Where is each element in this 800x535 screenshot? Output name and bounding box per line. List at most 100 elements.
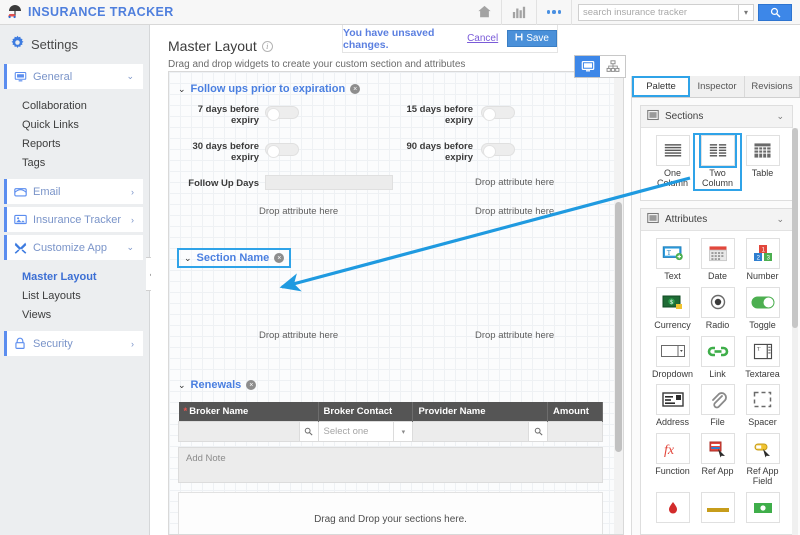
cell-broker-contact[interactable]: Select one ▾ [317,421,414,442]
section-header-followups[interactable]: ⌄ Follow ups prior to expiration × [178,83,361,95]
provider-name-input[interactable] [413,422,528,441]
palette-item-label: Address [655,417,690,428]
palette-item-textarea[interactable]: T Textarea [740,335,785,380]
palette-item-dropdown[interactable]: Dropdown [650,335,695,380]
cancel-link[interactable]: Cancel [467,33,498,44]
section-header-section-name[interactable]: ⌄ Section Name × [177,248,292,268]
canvas-scrollbar[interactable] [614,72,623,534]
palette-item-text[interactable]: T Text [650,237,695,282]
palette-item-currency[interactable]: $ Currency [650,286,695,331]
palette-item-partial-3[interactable] [740,492,785,524]
cell-amount[interactable] [547,421,603,442]
section-title: Follow ups prior to expiration [190,83,346,95]
chevron-down-icon[interactable]: ⌄ [178,84,186,95]
palette-item-file[interactable]: File [695,384,740,428]
chevron-down-icon[interactable]: ⌄ [776,214,784,225]
palette-card-header[interactable]: Attributes ⌄ [641,208,792,231]
palette-scroll-area[interactable]: Sections ⌄ One Column Two Column Table A… [632,98,800,535]
desktop-view-icon[interactable] [575,56,600,77]
sidebar-group-label: Customize App [33,241,107,254]
close-icon[interactable]: × [246,380,257,390]
palette-item-number[interactable]: 1 2 3 Number [740,237,785,282]
toggle-15-days[interactable] [481,106,515,121]
sidebar-item-master-layout[interactable]: Master Layout [22,267,149,286]
tab-inspector[interactable]: Inspector [690,76,745,97]
sidebar-group-email[interactable]: Email › [4,179,143,204]
palette-item-link[interactable]: Link [695,335,740,380]
search-icon[interactable] [298,422,318,441]
chevron-down-icon[interactable]: ⌄ [178,380,186,391]
sidebar-item-tags[interactable]: Tags [22,153,149,172]
chevron-down-icon[interactable]: ▾ [393,422,413,441]
sidebar-group-insurance-tracker[interactable]: Insurance Tracker › [4,207,143,232]
sidebar-item-quick-links[interactable]: Quick Links [22,115,149,134]
sidebar-subitems-customize-app: Master Layout List Layouts Views [0,263,149,328]
search-scope-caret-icon[interactable]: ▾ [738,3,754,21]
palette-item-address[interactable]: Address [650,384,695,428]
tree-view-icon[interactable] [600,56,625,77]
layout-canvas[interactable]: ⌄ Follow ups prior to expiration × 7 day… [168,71,624,535]
canvas-scrollbar-thumb[interactable] [615,202,622,452]
attributes-icon [647,212,659,227]
tab-palette[interactable]: Palette [632,76,690,97]
palette-item-partial-2[interactable] [695,492,740,524]
cell-broker-name[interactable] [178,421,319,442]
drop-hint-section-left[interactable]: Drop attribute here [259,330,338,341]
palette-item-table[interactable]: Table [740,135,785,189]
palette-item-one-column[interactable]: One Column [650,135,695,189]
search-button[interactable] [758,3,792,21]
follow-up-days-input[interactable] [265,175,393,190]
palette-item-date[interactable]: Date [695,237,740,282]
tab-revisions[interactable]: Revisions [745,76,800,97]
column-broker-contact[interactable]: Broker Contact [318,402,414,422]
column-broker-name[interactable]: * Broker Name [178,402,319,422]
column-amount[interactable]: Amount [547,402,603,422]
toggle-7-days[interactable] [265,106,299,121]
sidebar-item-collaboration[interactable]: Collaboration [22,96,149,115]
palette-item-ref-app[interactable]: Ref App [695,433,740,487]
sidebar-item-views[interactable]: Views [22,305,149,324]
app-icon [14,214,28,225]
search-input[interactable] [578,3,738,21]
column-provider-name[interactable]: Provider Name [412,402,549,422]
info-icon[interactable]: i [261,40,273,52]
drop-sections-area[interactable]: Drag and Drop your sections here. [178,492,603,534]
chevron-right-icon: › [131,186,134,197]
home-icon[interactable] [467,0,501,25]
sidebar-group-general[interactable]: General ⌄ [4,64,143,89]
palette-scrollbar-thumb[interactable] [792,128,798,328]
palette-item-partial-1[interactable] [650,492,695,524]
sidebar-group-customize-app[interactable]: Customize App ⌄ [4,235,143,260]
toggle-30-days[interactable] [265,143,299,158]
search-icon[interactable] [528,422,548,441]
palette-scrollbar[interactable] [792,128,798,535]
close-icon[interactable]: × [274,253,285,263]
palette-item-spacer[interactable]: Spacer [740,384,785,428]
palette-card-header[interactable]: Sections ⌄ [641,106,792,128]
add-note-field[interactable]: Add Note [178,447,603,483]
sidebar-item-list-layouts[interactable]: List Layouts [22,286,149,305]
sidebar-item-reports[interactable]: Reports [22,134,149,153]
toggle-90-days[interactable] [481,143,515,158]
save-button[interactable]: Save [507,30,557,47]
brand[interactable]: INSURANCE TRACKER [0,5,174,19]
reports-chart-icon[interactable] [502,0,536,25]
drop-hint-section-right[interactable]: Drop attribute here [475,330,554,341]
palette-item-radio[interactable]: Radio [695,286,740,331]
cell-provider-name[interactable] [412,421,549,442]
drop-hint-left-1[interactable]: Drop attribute here [259,206,338,217]
palette-item-two-column[interactable]: Two Column [693,133,742,191]
palette-item-ref-app-field[interactable]: Ref App Field [740,433,785,487]
broker-name-input[interactable] [179,422,299,441]
drop-hint-right-1[interactable]: Drop attribute here [475,177,554,188]
sidebar-group-security[interactable]: Security › [4,331,143,356]
section-header-renewals[interactable]: ⌄ Renewals × [178,379,257,391]
more-dots-icon[interactable] [537,0,571,25]
broker-contact-select[interactable]: Select one [318,422,394,441]
close-icon[interactable]: × [350,84,361,94]
palette-item-toggle[interactable]: Toggle [740,286,785,331]
drop-hint-right-2[interactable]: Drop attribute here [475,206,554,217]
palette-item-function[interactable]: fx Function [650,433,695,487]
chevron-down-icon[interactable]: ⌄ [776,111,784,122]
chevron-down-icon[interactable]: ⌄ [184,253,192,264]
